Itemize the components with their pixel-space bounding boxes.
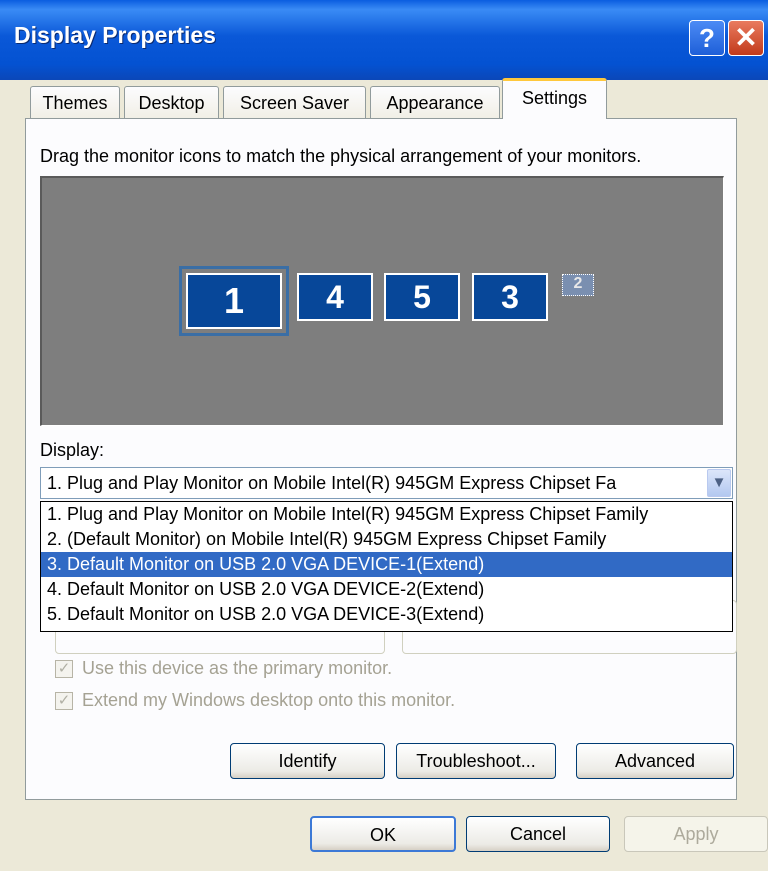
display-option[interactable]: 5. Default Monitor on USB 2.0 VGA DEVICE… bbox=[41, 602, 732, 627]
ok-button[interactable]: OK bbox=[310, 816, 456, 852]
display-option[interactable]: 1. Plug and Play Monitor on Mobile Intel… bbox=[41, 502, 732, 527]
monitor-1-icon[interactable]: 1 bbox=[186, 273, 282, 329]
monitor-3-icon[interactable]: 3 bbox=[472, 273, 548, 321]
close-button[interactable]: ✕ bbox=[728, 20, 764, 56]
tab-themes[interactable]: Themes bbox=[30, 86, 120, 118]
tab-appearance[interactable]: Appearance bbox=[370, 86, 500, 118]
tab-screen-saver[interactable]: Screen Saver bbox=[223, 86, 366, 118]
display-option[interactable]: 4. Default Monitor on USB 2.0 VGA DEVICE… bbox=[41, 577, 732, 602]
window-title: Display Properties bbox=[14, 22, 216, 48]
cancel-button[interactable]: Cancel bbox=[466, 816, 610, 852]
identify-button[interactable]: Identify bbox=[230, 743, 385, 779]
monitor-2-icon[interactable]: 2 bbox=[562, 274, 594, 296]
monitor-arrangement-area[interactable] bbox=[40, 176, 724, 426]
display-select[interactable]: 1. Plug and Play Monitor on Mobile Intel… bbox=[40, 467, 733, 499]
display-select-value: 1. Plug and Play Monitor on Mobile Intel… bbox=[47, 473, 617, 493]
extend-desktop-checkbox[interactable]: ✓ bbox=[55, 692, 73, 710]
instruction-text: Drag the monitor icons to match the phys… bbox=[40, 146, 642, 166]
help-button[interactable]: ? bbox=[689, 20, 725, 56]
title-bar[interactable]: Display Properties ? ✕ bbox=[0, 0, 768, 80]
apply-button[interactable]: Apply bbox=[624, 816, 768, 852]
monitor-5-icon[interactable]: 5 bbox=[384, 273, 460, 321]
display-label: Display: bbox=[40, 440, 105, 460]
display-option[interactable]: 2. (Default Monitor) on Mobile Intel(R) … bbox=[41, 527, 732, 552]
monitor-4-icon[interactable]: 4 bbox=[297, 273, 373, 321]
tab-settings[interactable]: Settings bbox=[502, 78, 607, 119]
display-properties-window: Display Properties ? ✕ Themes Desktop Sc… bbox=[0, 0, 768, 871]
advanced-button[interactable]: Advanced bbox=[576, 743, 734, 779]
extend-desktop-label: Extend my Windows desktop onto this moni… bbox=[82, 690, 456, 710]
display-option-highlighted[interactable]: 3. Default Monitor on USB 2.0 VGA DEVICE… bbox=[41, 552, 732, 577]
display-dropdown-list[interactable]: 1. Plug and Play Monitor on Mobile Intel… bbox=[40, 501, 733, 632]
primary-monitor-checkbox[interactable]: ✓ bbox=[55, 660, 73, 678]
troubleshoot-button[interactable]: Troubleshoot... bbox=[396, 743, 556, 779]
primary-monitor-label: Use this device as the primary monitor. bbox=[82, 658, 393, 678]
chevron-down-icon[interactable]: ▼ bbox=[707, 469, 731, 497]
tab-desktop[interactable]: Desktop bbox=[124, 86, 219, 118]
